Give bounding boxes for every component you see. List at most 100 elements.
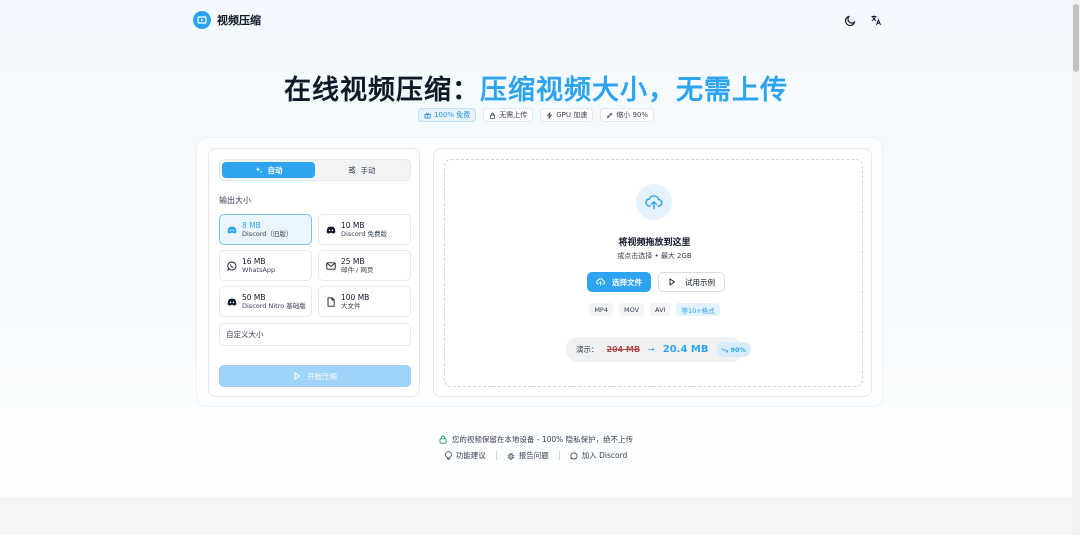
vertical-scrollbar[interactable] [1072, 0, 1080, 535]
output-size-label: 输出大小 [219, 196, 251, 205]
join-discord-label: 加入 Discord [581, 451, 628, 460]
format-tag: MOV [618, 303, 645, 316]
bolt-icon [547, 111, 553, 119]
mode-manual-label: 手动 [360, 165, 376, 175]
chat-icon [570, 451, 578, 459]
preset-8mb[interactable]: 8 MB Discord（旧版） [219, 214, 312, 245]
mail-icon [325, 260, 336, 271]
scrollbar-thumb[interactable] [1073, 4, 1079, 72]
format-more-tag: 等10+格式 [676, 303, 720, 316]
preset-desc: 邮件 / 网页 [341, 265, 374, 274]
supported-formats: MP4 MOV AVI 等10+格式 [445, 303, 864, 316]
shrink-icon [606, 112, 613, 118]
lock-icon [439, 435, 447, 444]
page-title: 在线视频压缩：压缩视频大小，无需上传 [0, 68, 1072, 107]
preset-25mb[interactable]: 25 MB 邮件 / 网页 [318, 250, 411, 281]
preset-text: 100 MB 大文件 [341, 293, 369, 311]
start-compress-label: 开始压缩 [307, 371, 337, 381]
preset-size: 25 MB [341, 256, 365, 266]
preset-size: 10 MB [341, 220, 365, 230]
arrow-right-icon: → [648, 345, 655, 354]
discord-icon [226, 224, 237, 235]
demo-compressed-size: 20.4 MB [662, 344, 709, 355]
preset-16mb[interactable]: 16 MB WhatsApp [219, 250, 312, 281]
mode-auto-button[interactable]: 自动 [222, 162, 315, 178]
preset-size: 8 MB [242, 220, 261, 230]
preset-size: 16 MB [242, 256, 266, 266]
report-issue-link[interactable]: 报告问题 [497, 450, 559, 461]
bug-icon [507, 452, 514, 460]
format-tag: AVI [650, 303, 671, 316]
badge-label: 100% 免费 [433, 111, 471, 119]
sparkles-icon [255, 166, 262, 173]
preset-text: 50 MB Discord Nitro 基础版 [242, 293, 306, 311]
badge-label: 无需上传 [499, 111, 528, 119]
sliders-icon [348, 166, 355, 174]
preset-desc: 大文件 [341, 301, 361, 310]
demo-result: 演示： 204 MB → 20.4 MB 90% [566, 337, 752, 362]
try-sample-label: 试用示例 [685, 277, 715, 287]
lightbulb-icon [444, 451, 452, 460]
app-name: 视频压缩 [217, 14, 261, 27]
video-logo-icon [193, 11, 211, 29]
preset-100mb[interactable]: 100 MB 大文件 [318, 286, 411, 317]
mode-manual-button[interactable]: 手动 [315, 162, 408, 178]
preset-10mb[interactable]: 10 MB Discord 免费版 [318, 214, 411, 245]
demo-percent: 90% [730, 345, 747, 354]
try-sample-button[interactable]: 试用示例 [658, 272, 725, 292]
badge-shrink: 缩小 90% [600, 108, 655, 122]
custom-size-input[interactable]: 自定义大小 [219, 323, 411, 346]
whatsapp-icon [226, 260, 237, 271]
cloud-upload-icon [645, 195, 663, 210]
select-file-label: 选择文件 [612, 277, 642, 287]
drop-title: 将视频拖放到这里 [618, 238, 691, 248]
preset-50mb[interactable]: 50 MB Discord Nitro 基础版 [219, 286, 312, 317]
cloud-upload-icon [596, 278, 605, 286]
preset-desc: Discord（旧版） [242, 229, 293, 238]
file-icon [325, 296, 336, 307]
mode-auto-label: 自动 [267, 165, 283, 175]
badge-no-upload: 无需上传 [483, 108, 534, 122]
preset-size: 100 MB [341, 292, 370, 302]
report-issue-label: 报告问题 [518, 451, 549, 460]
preset-size: 50 MB [242, 292, 266, 302]
moon-icon [844, 15, 855, 26]
select-file-button[interactable]: 选择文件 [587, 272, 651, 292]
translate-icon [871, 15, 881, 26]
video-dropzone[interactable]: 将视频拖放到这里 或点击选择 • 最大 2GB 选择文件 试用示例 MP4 MO… [444, 159, 863, 387]
feature-badges: 100% 免费 无需上传 GPU 加速 缩小 90% [0, 108, 1072, 122]
theme-toggle-button[interactable] [842, 12, 858, 28]
privacy-notice: 您的视频保留在本地设备 - 100% 隐私保护，绝不上传 [0, 434, 1072, 445]
upload-button[interactable] [636, 184, 672, 220]
preset-desc: Discord Nitro 基础版 [242, 301, 306, 310]
preset-text: 16 MB WhatsApp [242, 257, 275, 275]
badge-label: GPU 加速 [556, 111, 588, 119]
discord-icon [325, 224, 336, 235]
preset-text: 8 MB Discord（旧版） [242, 221, 292, 239]
start-compress-button[interactable]: 开始压缩 [219, 365, 411, 387]
play-icon [294, 372, 300, 380]
join-discord-link[interactable]: 加入 Discord [560, 450, 638, 461]
feature-request-link[interactable]: 功能建议 [435, 450, 496, 461]
preset-text: 25 MB 邮件 / 网页 [341, 257, 373, 275]
drop-subtitle: 或点击选择 • 最大 2GB [617, 252, 692, 260]
mode-toggle: 自动 手动 [219, 159, 411, 181]
gift-icon [424, 112, 431, 119]
upload-panel: 将视频拖放到这里 或点击选择 • 最大 2GB 选择文件 试用示例 MP4 MO… [433, 148, 872, 397]
preset-text: 10 MB Discord 免费版 [341, 221, 387, 239]
feature-request-label: 功能建议 [455, 451, 486, 460]
app-logo[interactable]: 视频压缩 [193, 11, 261, 29]
discord-icon [226, 296, 237, 307]
demo-reduction-badge: 90% [716, 342, 752, 357]
badge-gpu: GPU 加速 [540, 108, 594, 122]
language-button[interactable] [868, 12, 884, 28]
demo-original-size: 204 MB [606, 345, 641, 354]
size-preset-grid: 8 MB Discord（旧版） 10 MB Discord 免费版 16 MB… [219, 214, 411, 317]
footer-links: 功能建议 报告问题 加入 Discord [0, 450, 1072, 461]
preset-desc: WhatsApp [242, 265, 276, 274]
badge-label: 缩小 90% [616, 111, 649, 119]
trend-down-icon [721, 347, 729, 352]
title-main: 在线视频压缩： [284, 75, 480, 106]
page-footer-band [0, 498, 1072, 535]
badge-free: 100% 免费 [417, 108, 477, 122]
